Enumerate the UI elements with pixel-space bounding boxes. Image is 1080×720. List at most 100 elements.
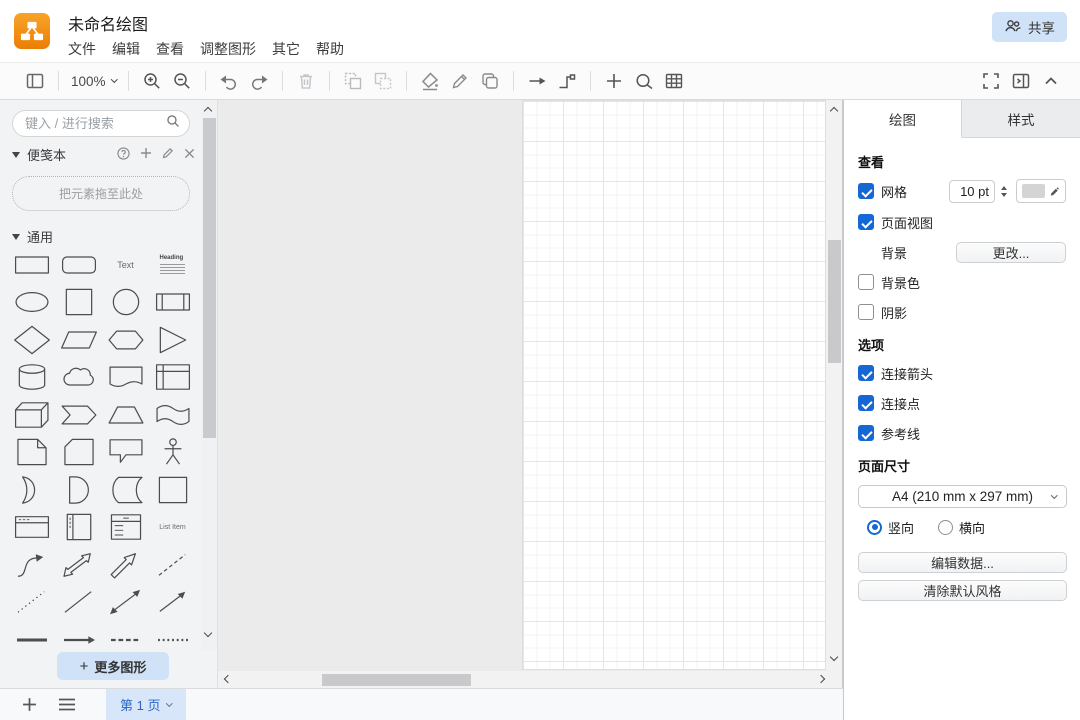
menu-view[interactable]: 查看 [156,39,184,59]
canvas-horizontal-scrollbar[interactable] [218,671,842,688]
shape-text[interactable]: Text [102,246,149,284]
connection-button[interactable] [522,67,552,95]
portrait-radio[interactable] [867,520,882,535]
shape-vertical-container[interactable] [55,509,102,547]
shape-data-storage[interactable] [102,471,149,509]
sidebar-scrollbar[interactable] [201,100,217,650]
grid-checkbox[interactable] [858,183,874,199]
pages-menu-button[interactable] [52,689,82,720]
toggle-shapes-panel-button[interactable] [20,67,50,95]
horizontal-scrollbar-thumb[interactable] [322,674,471,686]
scratchpad-add-icon[interactable] [140,147,152,162]
shape-ellipse[interactable] [8,284,55,322]
shape-arrow[interactable] [102,546,149,584]
canvas-vertical-scrollbar[interactable] [826,100,842,671]
shape-parallelogram[interactable] [55,321,102,359]
scroll-down-icon[interactable] [204,629,212,637]
shape-rectangle[interactable] [8,246,55,284]
shape-cloud[interactable] [55,359,102,397]
shadow-button[interactable] [475,67,505,95]
shape-step[interactable] [55,396,102,434]
scroll-left-icon[interactable] [224,675,232,683]
scroll-up-icon[interactable] [829,107,837,115]
line-color-button[interactable] [445,67,475,95]
shape-dotted-line[interactable] [8,584,55,622]
guides-checkbox[interactable] [858,425,874,441]
zoom-level-dropdown[interactable]: 100% [67,74,120,89]
redo-button[interactable] [244,67,274,95]
shape-directional-connector[interactable] [149,584,196,622]
shape-cylinder[interactable] [8,359,55,397]
shape-trapezoid[interactable] [102,396,149,434]
page-view-checkbox[interactable] [858,214,874,230]
shape-diamond[interactable] [8,321,55,359]
shape-process[interactable] [149,284,196,322]
insert-button[interactable] [599,67,629,95]
shape-hexagon[interactable] [102,321,149,359]
undo-button[interactable] [214,67,244,95]
scratchpad-dropzone[interactable]: 把元素拖至此处 [12,176,190,211]
canvas[interactable] [218,100,843,688]
tab-diagram[interactable]: 绘图 [844,100,962,138]
menu-extras[interactable]: 其它 [272,39,300,59]
shape-internal-storage[interactable] [149,359,196,397]
table-button[interactable] [659,67,689,95]
shape-dashed-link[interactable] [102,621,149,648]
scratchpad-edit-icon[interactable] [162,147,174,162]
freehand-shape-button[interactable] [629,67,659,95]
menu-edit[interactable]: 编辑 [112,39,140,59]
scroll-up-icon[interactable] [204,107,212,115]
zoom-out-button[interactable] [167,67,197,95]
page-tab-1[interactable]: 第 1 页 [106,689,186,720]
scratchpad-help-icon[interactable] [117,147,130,163]
to-back-button[interactable] [368,67,398,95]
stepper-down-icon[interactable] [1001,193,1007,197]
drawing-page[interactable] [522,100,826,670]
menu-file[interactable]: 文件 [68,39,96,59]
shape-heading[interactable]: Heading [149,246,196,284]
vertical-scrollbar-thumb[interactable] [828,240,841,363]
delete-button[interactable] [291,67,321,95]
collapse-caret-icon[interactable] [12,234,20,240]
menu-help[interactable]: 帮助 [316,39,344,59]
collapse-caret-icon[interactable] [12,152,20,158]
page-size-select[interactable]: A4 (210 mm x 297 mm) [858,485,1067,508]
shape-document[interactable] [102,359,149,397]
shape-curve[interactable] [8,546,55,584]
shape-dotted-link[interactable] [149,621,196,648]
shape-bidirectional-arrow[interactable] [55,546,102,584]
background-color-checkbox[interactable] [858,274,874,290]
tab-style[interactable]: 样式 [962,100,1080,138]
drawio-logo-icon[interactable] [14,13,50,49]
shape-note[interactable] [8,434,55,472]
edit-data-button[interactable]: 编辑数据... [858,552,1067,573]
clear-default-style-button[interactable]: 清除默认风格 [858,580,1067,601]
more-shapes-button[interactable]: + 更多图形 [57,652,169,680]
fullscreen-button[interactable] [976,67,1006,95]
landscape-radio[interactable] [938,520,953,535]
scroll-right-icon[interactable] [817,675,825,683]
shape-container[interactable] [149,471,196,509]
shape-square[interactable] [55,284,102,322]
shape-horizontal-container[interactable] [8,509,55,547]
scratchpad-close-icon[interactable] [184,147,195,162]
grid-size-stepper[interactable] [998,186,1010,197]
shape-rounded-rectangle[interactable] [55,246,102,284]
shape-list[interactable] [102,509,149,547]
shape-bidirectional-connector[interactable] [102,584,149,622]
shape-or[interactable] [8,471,55,509]
shape-search-input[interactable] [25,116,166,131]
shape-line[interactable] [55,584,102,622]
stepper-up-icon[interactable] [1001,186,1007,190]
fill-color-button[interactable] [415,67,445,95]
share-button[interactable]: 共享 [992,12,1067,42]
waypoints-button[interactable] [552,67,582,95]
shape-cube[interactable] [8,396,55,434]
change-background-button[interactable]: 更改... [956,242,1066,263]
add-page-button[interactable] [14,689,44,720]
grid-color-button[interactable] [1016,179,1066,203]
shape-link[interactable] [8,621,55,648]
collapse-toolbar-button[interactable] [1036,67,1066,95]
shape-dashed-line[interactable] [149,546,196,584]
shape-callout[interactable] [102,434,149,472]
